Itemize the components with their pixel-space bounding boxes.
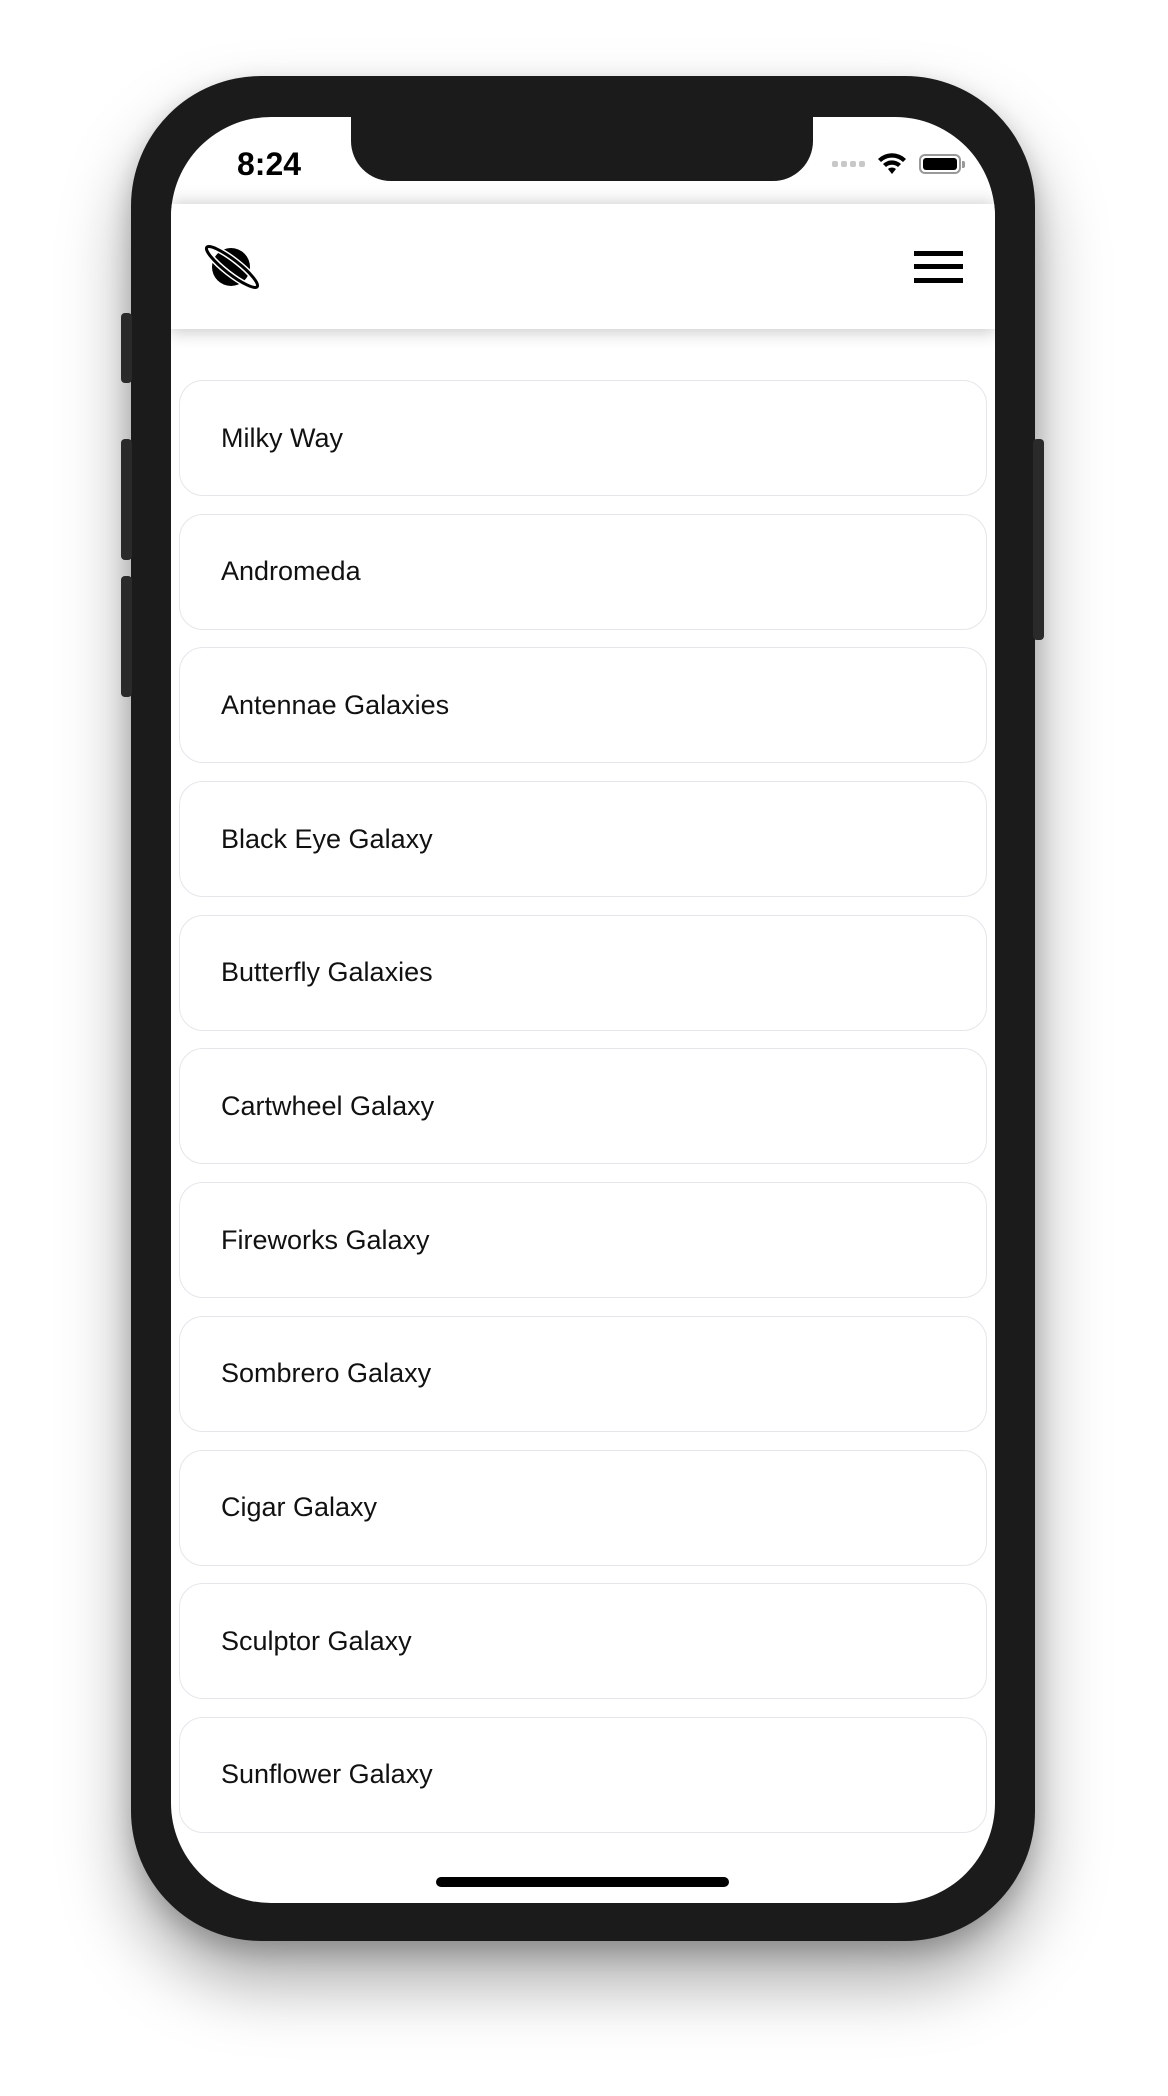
list-item-label: Butterfly Galaxies	[221, 957, 433, 988]
list-item-label: Cigar Galaxy	[221, 1492, 378, 1522]
mute-switch	[121, 313, 132, 383]
list-item[interactable]: Sombrero Galaxy	[179, 1315, 987, 1432]
galaxy-list: Milky Way Andromeda Antennae Galaxies Black…	[179, 380, 987, 1851]
hamburger-menu-icon[interactable]	[914, 250, 963, 283]
list-item[interactable]: Butterfly Galaxies	[179, 914, 987, 1031]
list-item-label: Cartwheel Galaxy	[221, 1090, 435, 1121]
wifi-icon	[878, 153, 906, 174]
notch	[351, 117, 813, 181]
list-item[interactable]: Milky Way	[179, 380, 987, 496]
list-item[interactable]: Fireworks Galaxy	[179, 1182, 987, 1299]
volume-up-button	[121, 439, 132, 560]
app-header	[171, 204, 995, 329]
list-item[interactable]: Cigar Galaxy	[179, 1449, 987, 1566]
home-indicator[interactable]	[436, 1877, 729, 1887]
list-item-label: Sombrero Galaxy	[221, 1358, 432, 1389]
list-item[interactable]: Black Eye Galaxy	[179, 781, 987, 898]
list-item-label: Sunflower Galaxy	[221, 1759, 433, 1790]
status-icons	[832, 153, 965, 175]
list-item-label: Andromeda	[221, 556, 361, 587]
battery-icon	[919, 154, 965, 174]
volume-down-button	[121, 576, 132, 697]
list-item[interactable]: Sculptor Galaxy	[179, 1583, 987, 1700]
signal-dots-icon	[832, 161, 865, 167]
list-item-label: Antennae Galaxies	[221, 689, 450, 720]
screen: 8:24 Milky Way Andromeda Antennae Galaxies…	[171, 117, 995, 1903]
list-item[interactable]: Cartwheel Galaxy	[179, 1048, 987, 1165]
list-item-label: Sculptor Galaxy	[221, 1625, 412, 1656]
power-button	[1033, 439, 1044, 640]
list-item-label: Fireworks Galaxy	[221, 1224, 430, 1255]
list-item-label: Black Eye Galaxy	[221, 823, 433, 854]
planet-icon[interactable]	[203, 242, 261, 292]
status-time: 8:24	[237, 146, 302, 182]
list-item-label: Milky Way	[221, 422, 343, 453]
list-item[interactable]: Antennae Galaxies	[179, 647, 987, 764]
list-item[interactable]: Sunflower Galaxy	[179, 1716, 987, 1833]
list-item[interactable]: Andromeda	[179, 513, 987, 630]
